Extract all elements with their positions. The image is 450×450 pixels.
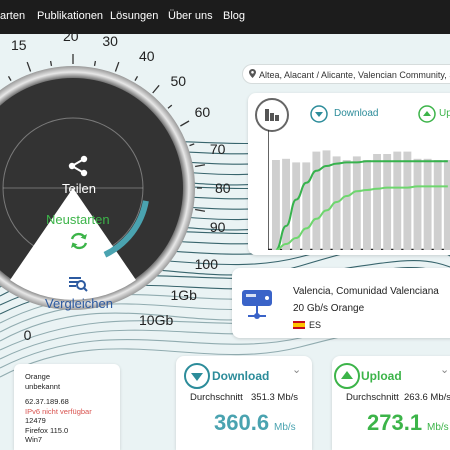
gauge-scale-label: 20 [63,28,79,44]
download-speed-unit: Mb/s [274,422,296,433]
upload-speed-value: 273.1 [367,410,423,435]
restart-button[interactable]: Neustarten [40,210,120,260]
client-info-list: Orange unbekannt 62.37.189.68 IPv6 nicht… [25,372,92,445]
speed-chart [268,130,450,250]
client-ip: 62.37.189.68 [25,397,69,406]
upload-toggle-label: Upload [439,108,450,119]
gauge-scale-label: 30 [102,33,118,50]
gauge-scale-label: 15 [11,37,27,54]
chart-bar [352,156,361,250]
chart-bar [433,160,442,250]
client-browser: Firefox 115.0 [25,425,69,435]
download-avg-label: Durchschnitt [190,392,243,403]
gauge-tick [93,60,97,66]
gauge-scale-label: 60 [194,104,211,120]
client-location: unbekannt [25,381,61,391]
chart-bar [413,158,422,250]
bar-chart-icon [265,109,279,121]
spain-flag-icon [293,321,305,329]
gauge-tick [167,104,173,109]
gauge-tick [195,208,206,212]
client-ipv6: IPv6 nicht verfügbar [25,406,92,416]
chart-bar [312,151,321,250]
chart-line-light-green [275,185,448,250]
upload-toggle[interactable]: Upload [418,104,450,124]
chart-bar [373,154,381,250]
gauge-tick [134,75,139,81]
chart-bar [302,162,311,250]
chart-bar [363,160,371,250]
gauge-tick [195,164,206,168]
gauge-scale-label: 50 [170,72,187,89]
chart-line-dark-green [275,160,448,250]
client-asn: 12479 [25,416,46,425]
download-speed-value: 360.6 [214,410,270,435]
gauge-scale-label: 40 [139,48,155,65]
chart-bar [282,158,290,250]
compare-button[interactable]: Vergleichen [40,275,120,311]
gauge-tick [114,61,120,72]
location-bar[interactable]: Altea, Alacant / Alicante, Valencian Com… [242,64,450,84]
compare-label: Vergleichen [45,296,113,311]
gauge-scale-label: 80 [215,180,231,196]
gauge-scale-label: 90 [209,219,226,236]
chart-bar [272,160,280,250]
chart-bar [342,160,351,250]
share-button[interactable]: Teilen [48,150,108,198]
download-title: Download [212,369,270,383]
gauge-scale-label: 100 [194,256,218,272]
share-icon [68,155,88,177]
download-result-icon [184,363,210,389]
server-location: Valencia, Comunidad Valenciana [293,286,439,297]
location-text: Altea, Alacant / Alicante, Valencian Com… [259,70,450,80]
download-toggle-label: Download [334,108,379,119]
server-provider: 20 Gb/s Orange [293,303,365,314]
upload-result-icon [334,363,360,389]
chart-type-button[interactable] [255,98,289,132]
gauge-tick [180,120,190,127]
server-country: ES [309,320,322,330]
upload-speed-unit: Mb/s [427,422,449,433]
download-arrow-icon [310,105,328,123]
download-more-icon[interactable]: ⌄ [292,363,301,376]
gauge-scale-label: 0 [23,326,32,343]
server-icon [242,290,272,319]
gauge-tick [189,143,195,147]
chart-bar [403,151,412,250]
gauge-scale-label: 70 [209,140,226,157]
chart-bar [423,158,432,250]
gauge-scale-label: 1Gb [170,287,197,304]
share-label: Teilen [62,181,96,196]
upload-avg-label: Durchschnitt [346,392,399,403]
gauge-tick [152,84,160,94]
client-os: Win7 [25,435,43,444]
chart-bar [443,160,450,250]
upload-more-icon[interactable]: ⌄ [440,363,449,376]
gauge-tick [49,60,53,66]
upload-avg-value: 263.6 Mb/s [404,392,450,403]
gauge-tick [7,75,12,81]
upload-title: Upload [361,369,402,383]
chart-bar [383,154,392,250]
download-avg-value: 351.3 Mb/s [251,392,298,403]
compare-icon [69,277,88,292]
gauge-scale-label: 10Gb [139,311,174,328]
chart-bar [393,151,402,250]
gauge-tick [26,61,32,72]
client-isp: Orange [25,372,51,381]
upload-arrow-icon [418,105,436,123]
download-toggle[interactable]: Download [310,104,390,124]
refresh-icon [70,232,88,250]
restart-label: Neustarten [46,212,110,227]
